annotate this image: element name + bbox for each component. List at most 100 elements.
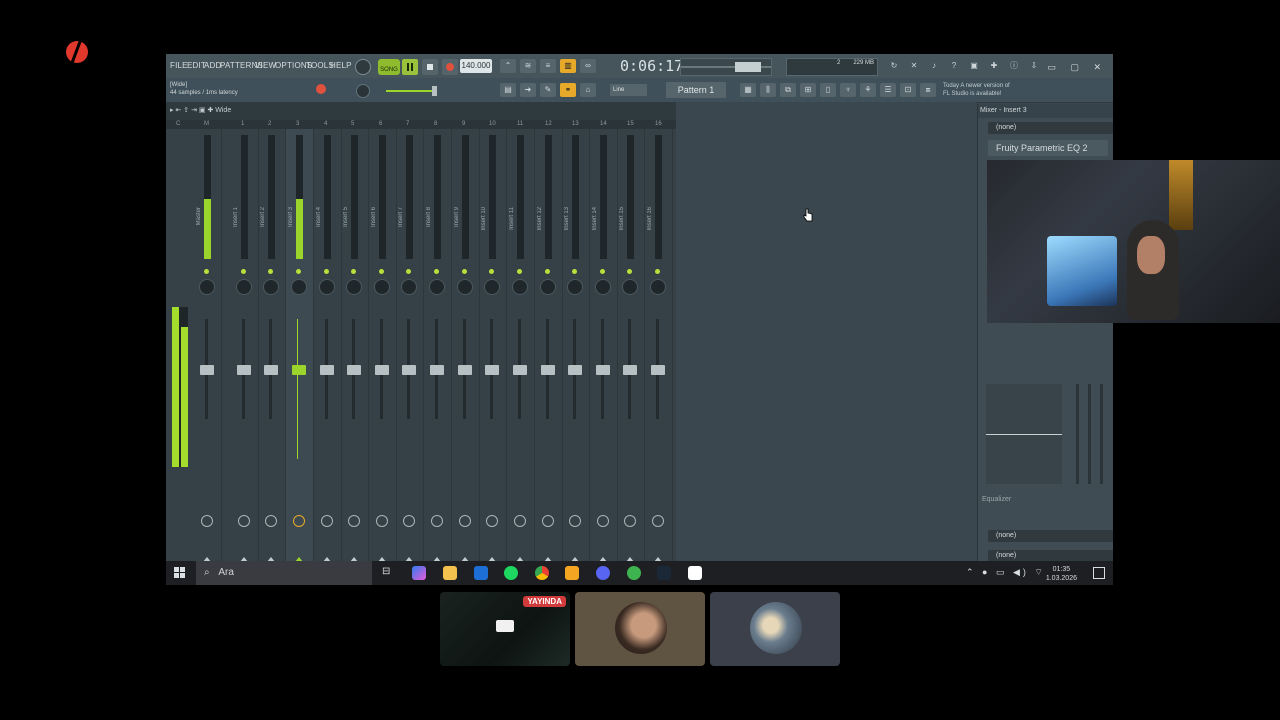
track-mute-led[interactable] [462,269,467,274]
track-volume-fader[interactable] [430,365,444,375]
pattern-select[interactable]: Pattern 1 [666,82,726,98]
master-volume-knob[interactable] [355,59,371,75]
link-tool-button[interactable]: ⚭ [560,83,576,97]
spotify-icon[interactable] [504,566,518,580]
track-pan-knob[interactable] [650,279,666,295]
mixer-track[interactable]: Master [194,129,222,562]
mixer-track[interactable]: Insert 13 [562,129,590,562]
play-button[interactable] [402,59,418,75]
track-stereo-knob[interactable] [293,515,305,527]
save-icon[interactable]: ▣ [966,59,982,73]
mixer-track[interactable]: Insert 4 [314,129,342,562]
participant-tile-2[interactable] [710,592,840,666]
track-stereo-knob[interactable] [265,515,277,527]
plugin-icon[interactable]: ✚ [986,59,1002,73]
tools-icon[interactable]: ✕ [906,59,922,73]
track-mute-led[interactable] [268,269,273,274]
track-pan-knob[interactable] [622,279,638,295]
participant-tile-1[interactable] [575,592,705,666]
menu-help[interactable]: HELP [330,61,352,70]
track-stereo-knob[interactable] [514,515,526,527]
stop-button[interactable] [422,59,438,75]
track-volume-fader[interactable] [375,365,389,375]
song-mode-button[interactable]: SONG [378,59,400,75]
menu-add[interactable]: ADD [204,61,222,70]
help-icon[interactable]: ? [946,59,962,73]
track-stereo-knob[interactable] [624,515,636,527]
track-volume-fader[interactable] [402,365,416,375]
mixer-track[interactable]: Insert 14 [590,129,618,562]
news-panel[interactable]: Today A newer version of FL Studio is av… [943,82,1010,98]
eq-fader-1[interactable] [1076,384,1079,484]
copilot-icon[interactable] [412,566,426,580]
menu-file[interactable]: FILE [170,61,188,70]
track-volume-fader[interactable] [264,365,278,375]
mixer-track[interactable]: Insert 2 [258,129,286,562]
notification-icon[interactable] [1093,567,1105,579]
track-stereo-knob[interactable] [376,515,388,527]
track-mute-led[interactable] [351,269,356,274]
eq-fader-3[interactable] [1100,384,1103,484]
track-volume-fader[interactable] [237,365,251,375]
mixer-layout-label[interactable]: Wide [215,107,231,114]
track-volume-fader[interactable] [541,365,555,375]
track-pan-knob[interactable] [199,279,215,295]
track-mute-led[interactable] [600,269,605,274]
recording-app-icon[interactable] [688,566,702,580]
windows-start-icon[interactable] [174,567,186,579]
track-volume-fader[interactable] [485,365,499,375]
track-mute-led[interactable] [379,269,384,274]
channel-rack-button[interactable]: ⫼ [760,83,776,97]
cloud-button[interactable]: ⧈ [920,83,936,97]
track-pan-knob[interactable] [429,279,445,295]
fl-studio-icon[interactable] [565,566,579,580]
track-stereo-knob[interactable] [201,515,213,527]
track-stereo-knob[interactable] [542,515,554,527]
track-pan-knob[interactable] [346,279,362,295]
taskbar-search[interactable]: ⌕ Ara [196,561,372,585]
mixer-track[interactable]: Insert 12 [535,129,563,562]
track-pan-knob[interactable] [401,279,417,295]
mic-icon[interactable]: ♪ [926,59,942,73]
chrome-icon[interactable] [535,566,549,580]
track-volume-fader[interactable] [347,365,361,375]
mixer-track[interactable]: Insert 9 [452,129,480,562]
wait-input-button[interactable]: ≋ [520,59,536,73]
track-volume-fader[interactable] [596,365,610,375]
track-stereo-knob[interactable] [403,515,415,527]
playlist-button[interactable]: ▦ [740,83,756,97]
touch-controller-button[interactable]: ⚘ [860,83,876,97]
track-stereo-knob[interactable] [238,515,250,527]
arrow-tool-button[interactable]: ➜ [520,83,536,97]
menu-view[interactable]: VIEW [255,61,276,70]
track-pan-knob[interactable] [236,279,252,295]
track-mute-led[interactable] [517,269,522,274]
track-pan-knob[interactable] [595,279,611,295]
mixer-track[interactable]: Insert 16 [645,129,673,562]
track-volume-fader[interactable] [623,365,637,375]
piano-roll-button[interactable]: ▤ [500,83,516,97]
track-pan-knob[interactable] [263,279,279,295]
track-stereo-knob[interactable] [652,515,664,527]
tempo-display[interactable]: 140.000 [460,59,492,73]
input-select[interactable]: (none) [988,122,1113,134]
refresh-icon[interactable]: ↻ [886,59,902,73]
track-pan-knob[interactable] [512,279,528,295]
step-edit-button[interactable]: ∞ [580,59,596,73]
pitch-knob[interactable] [356,84,370,98]
send-slot-1[interactable]: (none) [988,530,1113,542]
window-controls[interactable]: ▭ ▢ ✕ [1047,62,1107,73]
xbox-icon[interactable] [627,566,641,580]
mixer-track[interactable]: Insert 7 [396,129,424,562]
track-volume-fader[interactable] [513,365,527,375]
track-stereo-knob[interactable] [597,515,609,527]
track-stereo-knob[interactable] [348,515,360,527]
mixer-track[interactable]: Insert 5 [341,129,369,562]
track-mute-led[interactable] [204,269,209,274]
track-pan-knob[interactable] [484,279,500,295]
track-pan-knob[interactable] [291,279,307,295]
outlook-icon[interactable] [474,566,488,580]
track-mute-led[interactable] [489,269,494,274]
countdown-button[interactable]: ≡ [540,59,556,73]
track-pan-knob[interactable] [540,279,556,295]
